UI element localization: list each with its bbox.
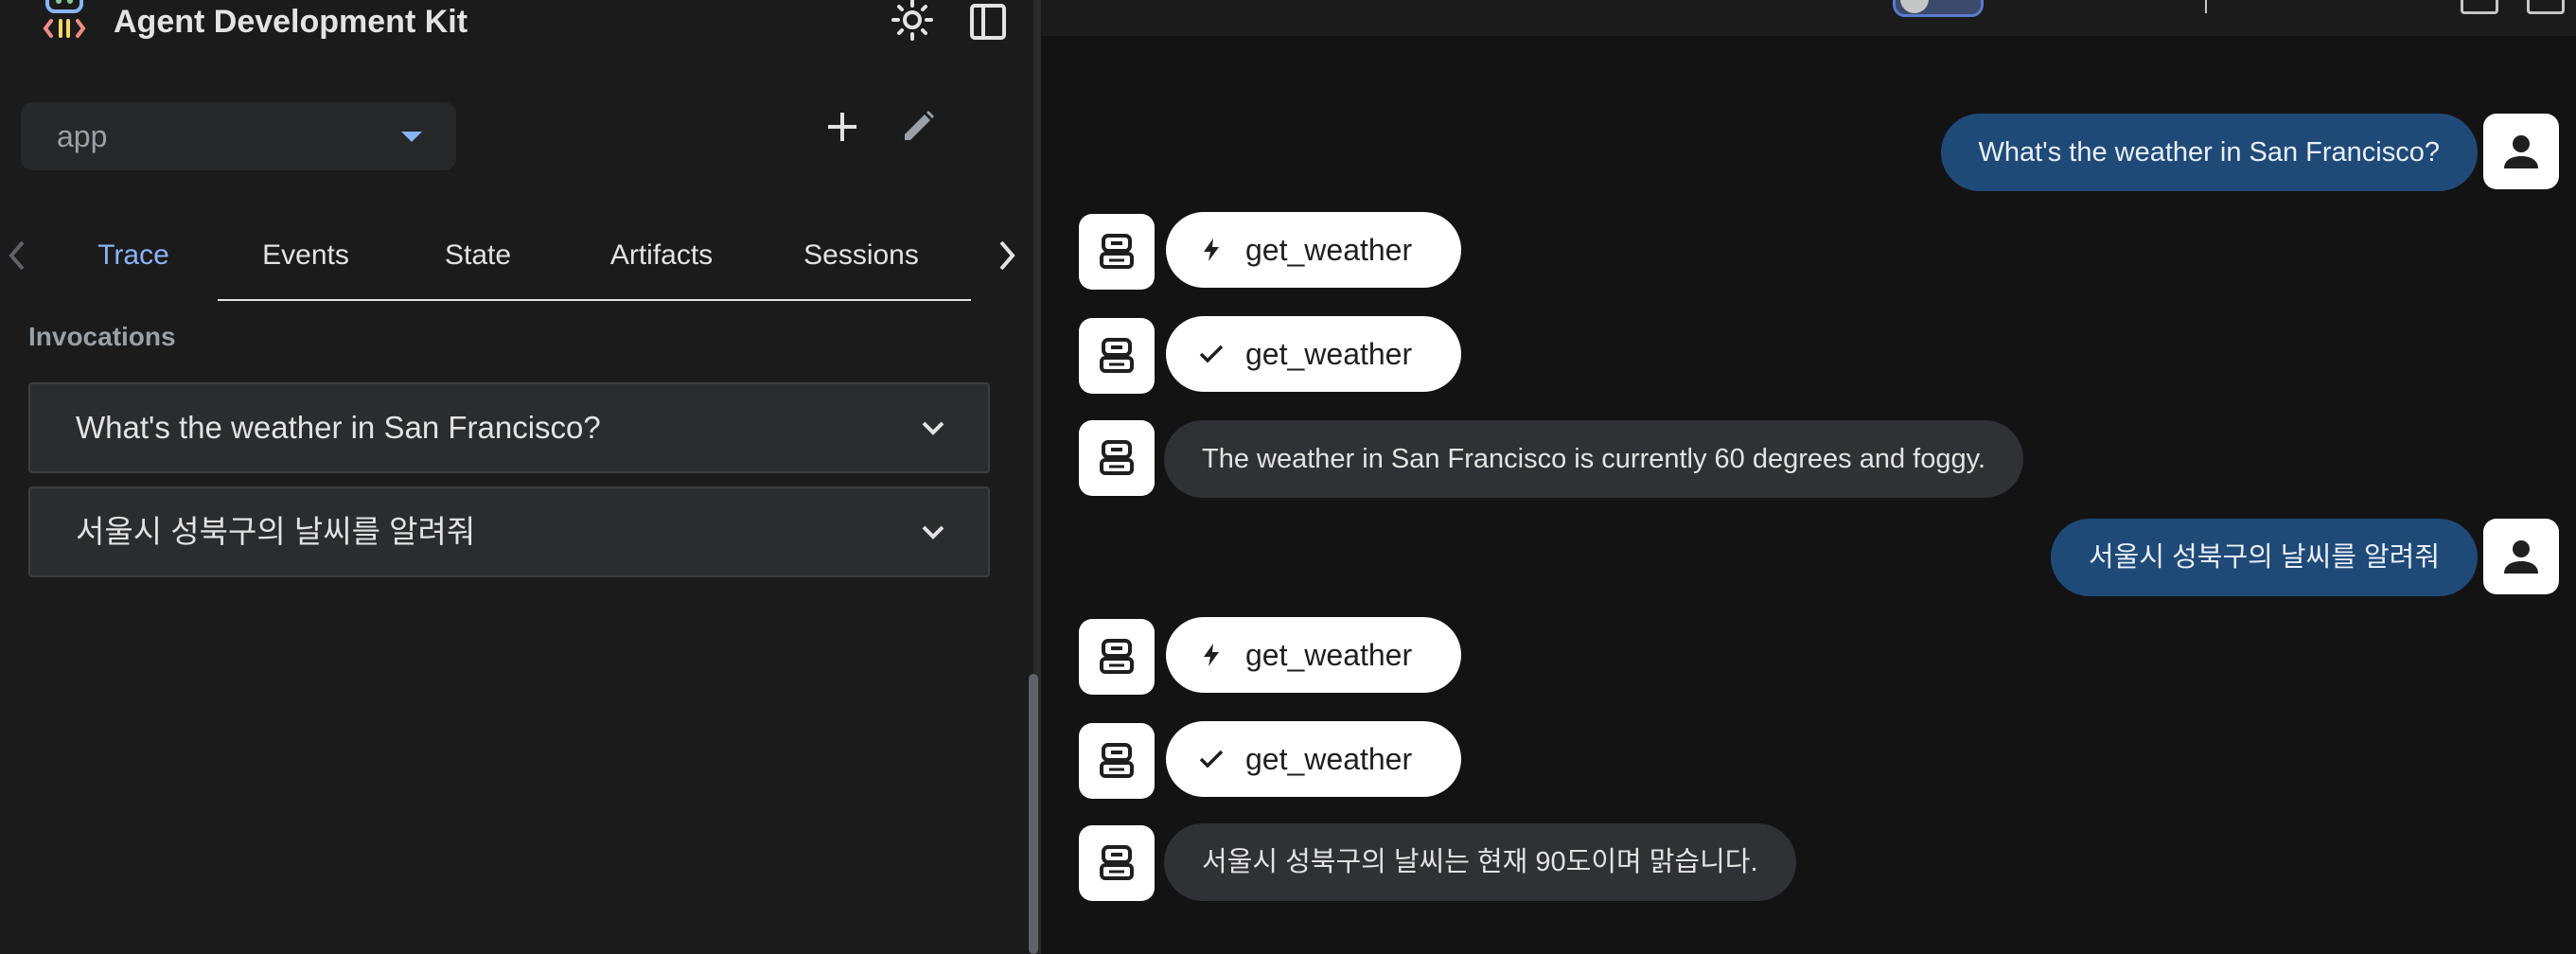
collapse-sidebar-button[interactable] <box>962 0 1015 44</box>
toolbar-divider <box>2205 0 2207 13</box>
chevron-down-icon <box>922 421 944 435</box>
function-name: get_weather <box>1245 337 1413 371</box>
caret-down-icon <box>401 132 422 142</box>
new-session-button[interactable] <box>814 98 871 155</box>
app-select-value: app <box>57 119 108 153</box>
chevron-right-icon <box>999 240 1015 271</box>
bot-avatar <box>1079 619 1155 695</box>
invocation-label: 서울시 성북구의 날씨를 알려줘 <box>76 514 476 549</box>
sun-icon <box>891 0 933 41</box>
invocation-label: What's the weather in San Francisco? <box>76 410 601 445</box>
chevron-left-icon <box>9 240 25 271</box>
function-response-chip[interactable]: get_weather <box>1166 721 1461 797</box>
robot-icon <box>1100 743 1134 778</box>
edit-button[interactable] <box>890 98 946 155</box>
sidebar-scrollbar[interactable] <box>1029 674 1038 954</box>
toolbar-icon-button[interactable] <box>2527 0 2565 14</box>
person-icon <box>2504 135 2538 168</box>
bot-avatar <box>1079 723 1155 799</box>
toolbar-icon-button[interactable] <box>2461 0 2498 14</box>
chevron-down-icon <box>922 525 944 539</box>
sidebar: Agent Development Kit app Trace Events S… <box>0 0 1033 954</box>
pencil-icon <box>905 111 934 140</box>
bot-avatar <box>1079 318 1155 394</box>
adk-logo-icon <box>42 0 89 44</box>
invocations-heading: Invocations <box>28 322 176 351</box>
function-name: get_weather <box>1245 742 1413 776</box>
app-title: Agent Development Kit <box>114 4 468 40</box>
check-icon <box>1199 750 1224 768</box>
user-message: What's the weather in San Francisco? <box>1940 114 2478 191</box>
app-select-dropdown[interactable]: app <box>21 102 456 170</box>
bot-avatar <box>1079 214 1155 290</box>
bolt-icon <box>1204 238 1219 261</box>
sidebar-collapse-icon <box>970 4 1006 40</box>
tab-scroll-left-button[interactable] <box>0 231 34 280</box>
robot-icon <box>1100 440 1134 475</box>
chat-toolbar <box>1041 0 2576 36</box>
tab-sessions[interactable]: Sessions <box>761 210 962 301</box>
robot-icon <box>1100 845 1134 880</box>
function-call-chip[interactable]: get_weather <box>1166 212 1461 288</box>
bot-message: 서울시 성북구의 날씨는 현재 90도이며 맑습니다. <box>1164 823 1796 901</box>
robot-icon <box>1100 639 1134 674</box>
chat-panel: What's the weather in San Francisco? get… <box>1041 0 2576 954</box>
function-response-chip[interactable]: get_weather <box>1166 316 1461 392</box>
tab-scroll-right-button[interactable] <box>990 231 1024 280</box>
robot-icon <box>1100 234 1134 269</box>
bot-avatar <box>1079 825 1155 901</box>
person-icon <box>2504 540 2538 574</box>
invocation-item[interactable]: What's the weather in San Francisco? <box>28 382 990 473</box>
function-name: get_weather <box>1245 233 1413 267</box>
tab-bar: Trace Events State Artifacts Sessions <box>0 210 1015 301</box>
bot-message: The weather in San Francisco is currentl… <box>1164 420 2024 498</box>
tab-events[interactable]: Events <box>218 210 394 301</box>
check-icon <box>1199 344 1224 363</box>
tab-artifacts[interactable]: Artifacts <box>562 210 761 301</box>
tab-state[interactable]: State <box>394 210 562 301</box>
bolt-icon <box>1204 644 1219 666</box>
active-tab-indicator <box>49 297 218 301</box>
function-name: get_weather <box>1245 638 1413 672</box>
user-avatar <box>2483 114 2559 189</box>
invocation-item[interactable]: 서울시 성북구의 날씨를 알려줘 <box>28 486 990 577</box>
theme-toggle-button[interactable] <box>884 0 941 44</box>
plus-icon <box>828 113 856 141</box>
tab-trace[interactable]: Trace <box>49 210 218 301</box>
function-call-chip[interactable]: get_weather <box>1166 617 1461 693</box>
user-avatar <box>2483 519 2559 594</box>
user-message: 서울시 성북구의 날씨를 알려줘 <box>2050 519 2478 596</box>
robot-icon <box>1100 338 1134 373</box>
bot-avatar <box>1079 420 1155 496</box>
